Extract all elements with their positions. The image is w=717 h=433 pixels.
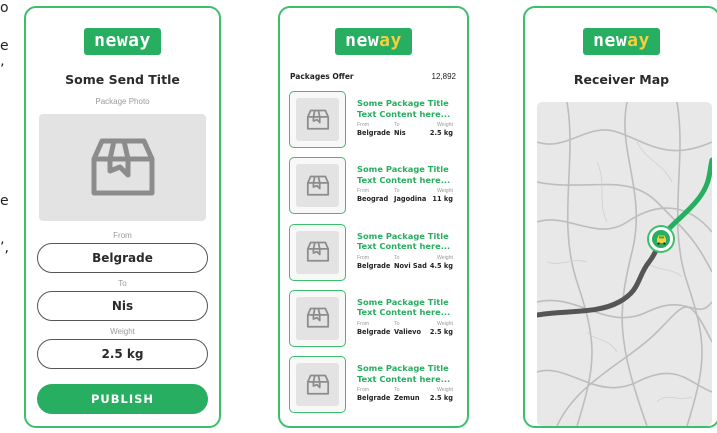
offer-title: Some Package Title Text Content here... [357,296,451,318]
package-box-icon [306,109,329,130]
car-marker[interactable] [649,227,673,251]
offers-title: Packages Offer [290,72,354,81]
receiver-map[interactable] [537,102,712,426]
cropped-glyph: ’ [0,62,5,78]
offer-to: Zemun [394,394,420,403]
offer-thumbnail [289,289,346,347]
weight-caption: Weight [436,387,453,394]
package-photo-upload[interactable] [39,114,206,221]
offer-title: Some Package Title Text Content here... [357,230,451,252]
map-roads [537,102,712,426]
from-caption: From [357,254,370,261]
logo-text-main: new [345,30,380,51]
weight-caption: Weight [436,188,453,195]
to-field[interactable]: Nis [37,291,208,321]
map-title: Receiver Map [573,72,670,87]
package-box-icon [306,175,329,196]
offer-thumbnail [289,91,346,148]
package-box-icon [306,308,329,329]
package-box-icon [306,374,329,395]
to-caption: To [394,320,400,327]
logo-text: neway [94,30,151,51]
offer-weight: 11 kg [432,195,453,204]
to-caption: To [394,254,400,261]
logo-text-accent: ay [379,30,402,51]
from-caption: From [357,188,370,195]
offer-from: Belgrade [357,394,391,403]
offer-card[interactable]: Some Package Title Text Content here... F… [280,356,467,414]
offer-from: Beograd [357,195,389,204]
neway-logo: neway [583,28,660,55]
from-field[interactable]: Belgrade [37,243,208,273]
offer-to: Novi Sad [394,261,427,270]
weight-field[interactable]: 2.5 kg [37,339,208,369]
cropped-glyph: ’, [0,240,9,256]
package-photo-label: Package Photo [95,97,150,106]
offer-from: Belgrade [357,129,391,137]
offer-title: Some Package Title Text Content here... [357,164,451,185]
car-icon [656,235,666,244]
screens-showcase: o e ’ e ’, neway Some Send Title Package… [0,0,717,433]
neway-logo: neway [84,28,161,55]
offer-thumbnail [289,356,346,414]
offer-to: Jagodina [394,195,427,204]
from-caption: From [357,320,370,327]
offer-card[interactable]: Some Package Title Text Content here... F… [280,289,467,348]
offer-card[interactable]: Some Package Title Text Content here... F… [280,157,467,215]
offers-count: 12,892 [431,72,456,81]
neway-logo: neway [335,28,412,55]
offer-title: Some Package Title Text Content here... [357,363,451,384]
offer-to: Valievo [394,327,422,336]
page-title: Some Send Title [65,72,180,87]
offer-card[interactable]: Some Package Title Text Content here... F… [280,223,467,282]
offer-weight: 2.5 kg [429,394,453,403]
cropped-glyph: e [0,193,9,209]
to-caption: To [394,188,400,195]
offers-screen: neway Packages Offer 12,892 Some Package… [278,6,469,428]
cropped-side-text: o e ’ e ’, [0,0,20,433]
logo-text-main: new [593,30,628,51]
offer-card[interactable]: Some Package Title Text Content here... F… [280,91,467,149]
offer-thumbnail [289,157,346,215]
offer-list: Some Package Title Text Content here... F… [280,91,467,414]
cropped-glyph: e [0,38,9,54]
from-label: From [113,231,132,240]
weight-caption: Weight [436,320,453,327]
offer-weight: 2.5 kg [429,129,453,137]
offer-from: Belgrade [357,261,391,270]
weight-caption: Weight [436,122,453,128]
offer-title: Some Package Title Text Content here... [357,98,451,119]
to-caption: To [394,387,400,394]
package-box-icon [91,138,154,195]
to-caption: To [394,122,400,128]
logo-text-accent: ay [627,30,650,51]
send-screen: neway Some Send Title Package Photo From… [24,6,221,428]
offer-weight: 2.5 kg [429,327,453,336]
offer-from: Belgrade [357,327,391,336]
package-box-icon [306,241,329,262]
weight-caption: Weight [436,254,453,261]
from-caption: From [357,122,370,128]
publish-button[interactable]: PUBLISH [37,384,208,414]
weight-label: Weight [110,327,135,336]
to-label: To [118,279,127,288]
cropped-glyph: o [0,0,9,16]
offer-thumbnail [289,223,346,281]
offer-to: Nis [394,129,406,137]
map-screen: neway Receiver Map [523,6,717,428]
offer-weight: 4.5 kg [429,261,453,270]
from-caption: From [357,387,370,394]
